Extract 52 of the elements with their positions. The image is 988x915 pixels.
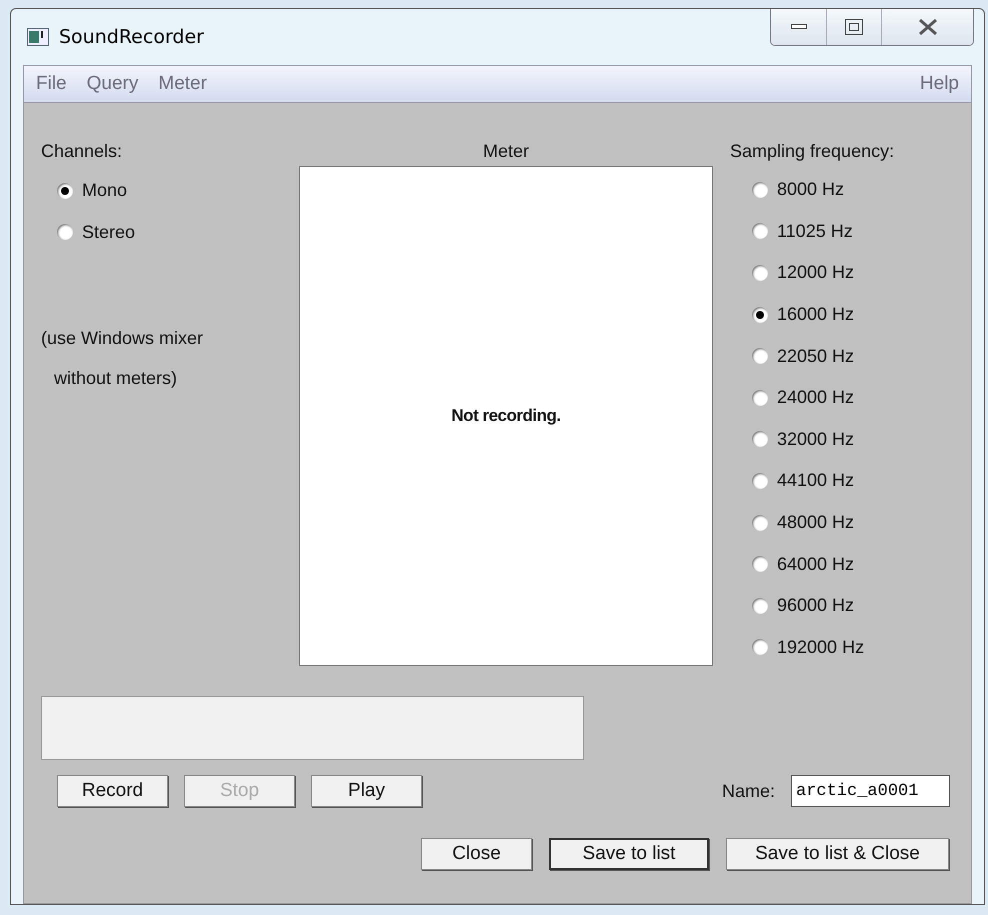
- radio-button[interactable]: [752, 182, 768, 198]
- window-title: SoundRecorder: [59, 26, 204, 48]
- radio-button[interactable]: [752, 306, 768, 323]
- radio-option[interactable]: 12000 Hz: [730, 252, 894, 294]
- radio-button[interactable]: [752, 514, 768, 531]
- radio-button[interactable]: [57, 182, 73, 199]
- close-icon: [918, 19, 938, 35]
- action-button[interactable]: Close: [421, 838, 532, 870]
- radio-button[interactable]: [752, 264, 768, 281]
- radio-option[interactable]: 48000 Hz: [730, 502, 894, 544]
- maximize-icon: [845, 19, 863, 35]
- menu-item[interactable]: Query: [86, 73, 138, 95]
- radio-option[interactable]: 64000 Hz: [730, 543, 894, 585]
- menu-item[interactable]: Meter: [158, 73, 207, 95]
- radio-button[interactable]: [752, 390, 768, 406]
- sampling-frequency-label: Sampling frequency:: [730, 141, 894, 161]
- radio-option[interactable]: Mono: [41, 170, 298, 212]
- radio-button[interactable]: [752, 639, 768, 656]
- radio-button[interactable]: [752, 556, 768, 572]
- radio-button[interactable]: [752, 472, 768, 489]
- maximize-button[interactable]: [826, 9, 881, 45]
- name-field[interactable]: arctic_a0001: [791, 775, 950, 807]
- radio-button[interactable]: [752, 348, 768, 364]
- radio-option[interactable]: 22050 Hz: [730, 335, 894, 377]
- radio-option[interactable]: 16000 Hz: [730, 294, 894, 336]
- radio-option[interactable]: 11025 Hz: [730, 210, 894, 252]
- close-button[interactable]: [881, 9, 973, 45]
- transport-button[interactable]: Record: [57, 775, 168, 807]
- radio-option[interactable]: 192000 Hz: [730, 626, 894, 668]
- menu-item[interactable]: File: [36, 73, 67, 95]
- radio-option[interactable]: 8000 Hz: [730, 169, 894, 211]
- radio-button[interactable]: [752, 598, 768, 614]
- radio-button[interactable]: [57, 224, 73, 240]
- radio-option[interactable]: 32000 Hz: [730, 418, 894, 460]
- radio-button[interactable]: [752, 431, 768, 448]
- radio-option[interactable]: 96000 Hz: [730, 584, 894, 627]
- status-message: Not recording.: [451, 406, 561, 426]
- transport-button[interactable]: Play: [311, 775, 422, 807]
- radio-option[interactable]: 24000 Hz: [730, 376, 894, 419]
- radio-option[interactable]: 44100 Hz: [730, 460, 894, 502]
- name-label: Name:: [722, 780, 775, 802]
- action-button[interactable]: Save to list: [549, 838, 709, 870]
- meter-label: Meter: [482, 141, 529, 161]
- minimize-icon: [790, 24, 806, 30]
- hint-text: without meters): [53, 368, 178, 388]
- menu-item[interactable]: Help: [920, 73, 959, 95]
- radio-option[interactable]: Stereo: [41, 212, 298, 254]
- action-button[interactable]: Save to list & Close: [726, 838, 949, 870]
- app-icon: [27, 28, 49, 46]
- hint-text: (use Windows mixer: [41, 328, 204, 348]
- channels-label: Channels:: [41, 141, 124, 161]
- radio-button[interactable]: [752, 223, 768, 240]
